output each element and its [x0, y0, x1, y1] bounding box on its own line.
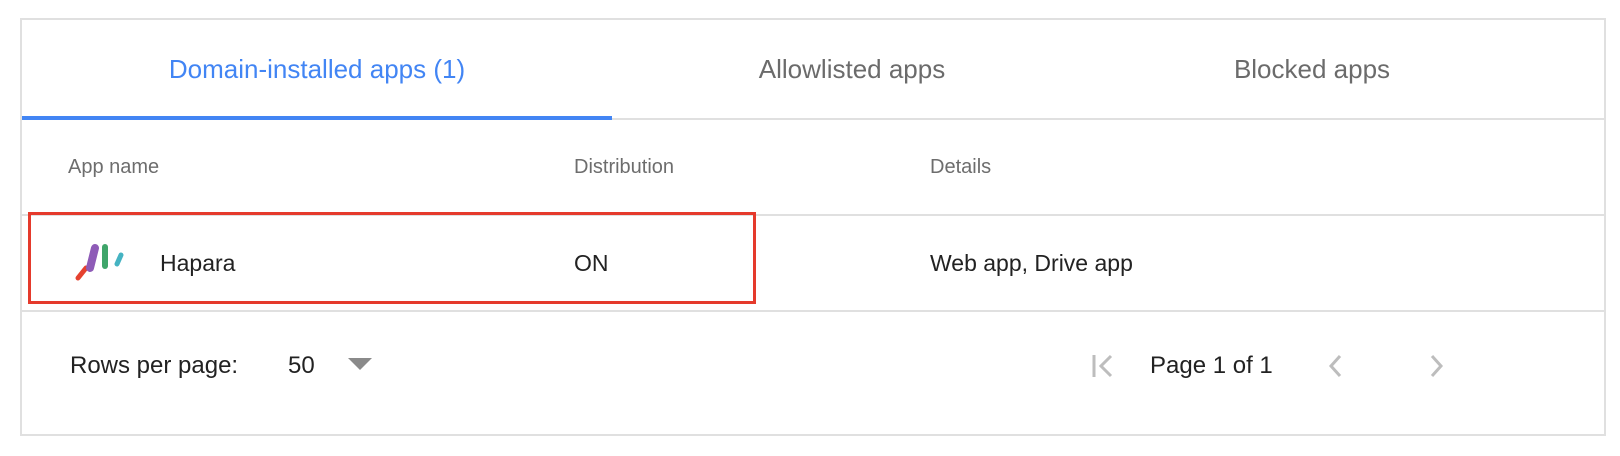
rows-per-page-value: 50 [288, 352, 315, 379]
next-page-button[interactable] [1416, 346, 1456, 386]
tab-allowlisted-apps[interactable]: Allowlisted apps [612, 20, 1092, 118]
first-page-button[interactable] [1084, 346, 1124, 386]
column-header-app-name[interactable]: App name [68, 120, 159, 214]
highlight-box [28, 212, 756, 304]
app-name-cell[interactable]: Hapara [160, 216, 235, 310]
column-header-distribution[interactable]: Distribution [574, 120, 674, 214]
tab-domain-installed-apps[interactable]: Domain-installed apps (1) [22, 20, 612, 120]
tab-label: Domain-installed apps (1) [168, 53, 466, 84]
apps-card: Domain-installed apps (1) Allowlisted ap… [20, 18, 1606, 436]
page-indicator: Page 1 of 1 [1150, 352, 1273, 379]
column-header-details[interactable]: Details [930, 120, 991, 214]
first-page-icon [1092, 354, 1113, 378]
hapara-logo-icon [75, 244, 124, 281]
rows-per-page-label: Rows per page: [70, 352, 239, 379]
rows-per-page-select[interactable]: 50 [288, 342, 378, 390]
tab-bar: Domain-installed apps (1) Allowlisted ap… [22, 20, 1604, 120]
tab-blocked-apps[interactable]: Blocked apps [1092, 20, 1532, 118]
previous-page-button[interactable] [1316, 346, 1356, 386]
distribution-cell: ON [574, 249, 609, 276]
table-row[interactable]: Hapara ON Web app, Drive app [22, 212, 1604, 312]
chevron-right-icon [1430, 354, 1444, 378]
details-cell: Web app, Drive app [930, 249, 1133, 276]
dropdown-caret-icon [348, 358, 372, 370]
tab-label: Allowlisted apps [758, 53, 946, 84]
chevron-left-icon [1328, 354, 1342, 378]
tab-label: Blocked apps [1233, 53, 1391, 84]
table-header: App name Distribution Details [22, 120, 1604, 216]
table-footer: Rows per page: 50 Page 1 of 1 [22, 312, 1604, 432]
